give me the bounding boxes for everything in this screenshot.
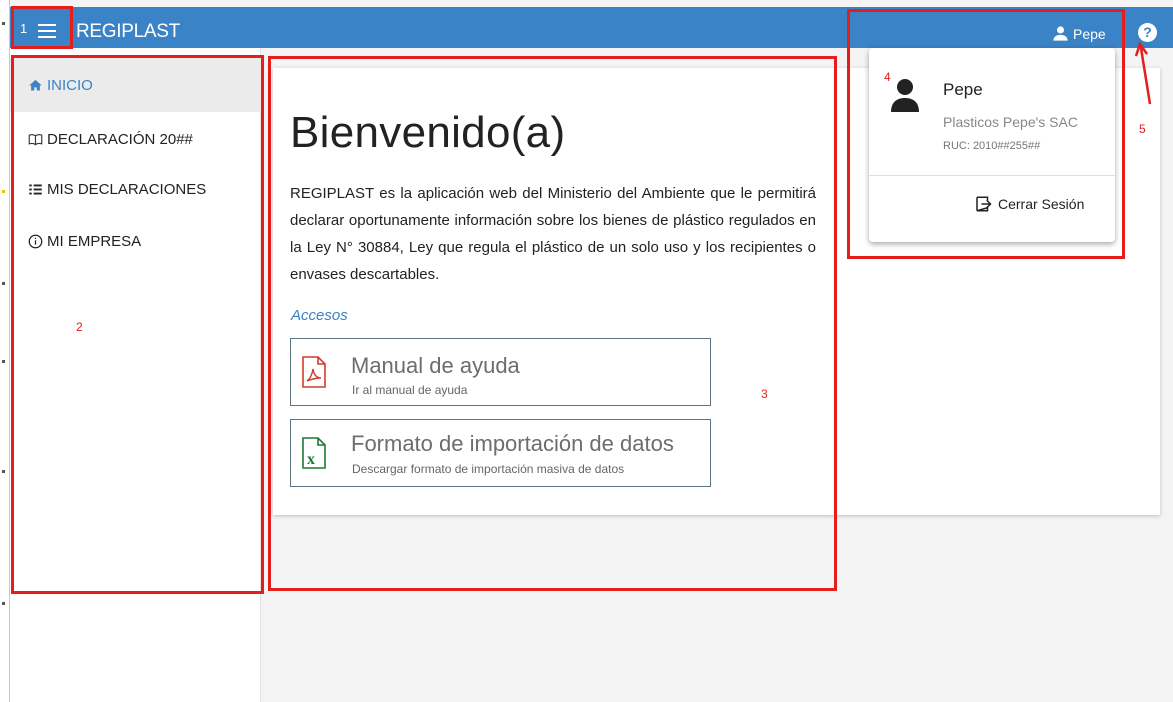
app-brand: REGIPLAST <box>76 21 180 42</box>
annotation-number-1: 1 <box>20 21 28 36</box>
help-icon[interactable]: ? <box>1138 23 1157 42</box>
annotation-number-5: 5 <box>1139 122 1146 136</box>
annotation-box-2 <box>11 55 264 594</box>
annotation-arrow-icon <box>1134 42 1152 105</box>
window-edge <box>0 0 10 702</box>
annotation-number-4: 4 <box>884 70 891 84</box>
annotation-number-3: 3 <box>761 387 768 401</box>
annotation-number-2: 2 <box>76 320 83 334</box>
annotation-box-3 <box>268 56 837 591</box>
annotation-box-4 <box>847 9 1125 259</box>
screenshot: REGIPLAST Pepe ? INICIO DECLARACIÓN 20##… <box>0 0 1173 702</box>
